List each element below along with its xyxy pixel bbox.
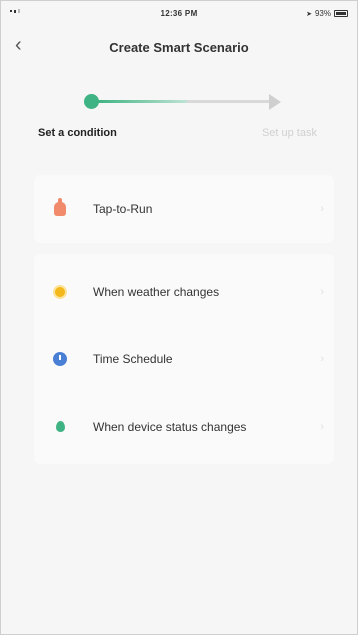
- arrow-right-icon: [269, 94, 281, 110]
- drop-icon: [53, 420, 67, 434]
- location-icon: ➤: [306, 10, 312, 18]
- hand-tap-icon: [53, 198, 67, 216]
- status-time: 12:36 PM: [160, 9, 198, 18]
- condition-label: Time Schedule: [93, 352, 173, 366]
- header: ‹ Create Smart Scenario: [1, 31, 357, 61]
- condition-label: When device status changes: [93, 420, 247, 434]
- status-bar: 12:36 PM ➤ 93%: [1, 1, 357, 23]
- chevron-right-icon: ›: [320, 203, 324, 215]
- battery-icon: [334, 10, 348, 17]
- battery-percent: 93%: [314, 9, 331, 18]
- condition-card-primary: Tap-to-Run ›: [34, 175, 334, 243]
- step-label-set-condition: Set a condition: [38, 127, 117, 139]
- step-progress-line: [97, 100, 187, 103]
- page-title: Create Smart Scenario: [109, 40, 249, 55]
- step-label-set-up-task: Set up task: [261, 127, 317, 139]
- condition-time-schedule[interactable]: Time Schedule ›: [34, 339, 334, 379]
- chevron-right-icon: ›: [320, 421, 324, 433]
- chevron-right-icon: ›: [320, 286, 324, 298]
- sun-icon: [53, 285, 67, 299]
- condition-label: Tap-to-Run: [93, 202, 153, 216]
- condition-weather-changes[interactable]: When weather changes ›: [34, 272, 334, 312]
- condition-tap-to-run[interactable]: Tap-to-Run ›: [34, 189, 334, 229]
- chevron-right-icon: ›: [320, 353, 324, 365]
- clock-icon: [53, 352, 67, 366]
- condition-device-status-changes[interactable]: When device status changes ›: [34, 407, 334, 447]
- progress-stepper: Set a condition Set up task: [1, 87, 357, 147]
- condition-label: When weather changes: [93, 285, 220, 299]
- step-remaining-line: [187, 100, 271, 103]
- phone-screen: 12:36 PM ➤ 93% ‹ Create Smart Scenario S…: [0, 0, 358, 635]
- condition-card-secondary: When weather changes › Time Schedule › W…: [34, 254, 334, 464]
